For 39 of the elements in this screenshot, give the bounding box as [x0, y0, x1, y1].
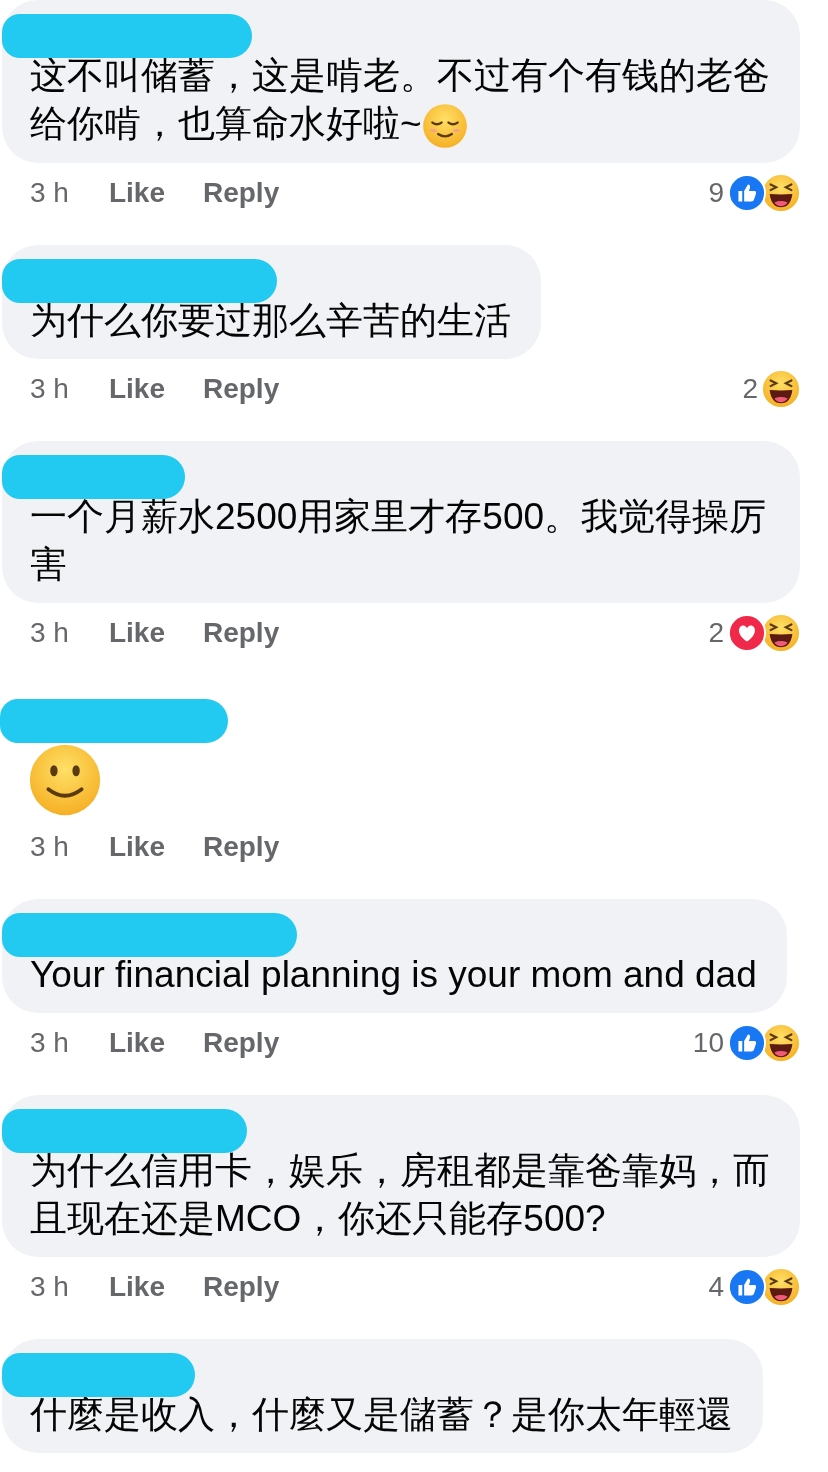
reply-link[interactable]: Reply — [202, 172, 280, 215]
like-link[interactable]: Like — [108, 826, 165, 869]
laughing-emoji-icon — [762, 1268, 800, 1307]
laughing-emoji-icon — [762, 174, 800, 213]
reply-link[interactable]: Reply — [202, 826, 280, 869]
reply-link[interactable]: Reply — [202, 368, 280, 411]
laughing-emoji-icon — [762, 370, 800, 409]
like-link[interactable]: Like — [108, 1022, 165, 1065]
reply-link[interactable]: Reply — [202, 1266, 280, 1309]
laughing-emoji-icon — [762, 614, 800, 653]
like-link[interactable]: Like — [108, 172, 165, 215]
comment-text: 什麼是收入，什麼又是儲蓄？是你太年輕還 — [30, 1393, 733, 1438]
like-link[interactable]: Like — [108, 368, 165, 411]
reaction-count: 9 — [708, 176, 724, 211]
comment-time: 3 h — [30, 830, 69, 865]
comment-text: 这不叫储蓄，这是啃老。不过有个有钱的老爸给你啃，也算命水好啦~ — [30, 52, 770, 150]
reply-link[interactable]: Reply — [202, 612, 280, 655]
comment-time: 3 h — [30, 616, 69, 651]
comment-text: 为什么你要过那么辛苦的生活 — [30, 299, 511, 344]
comment-time: 3 h — [30, 1270, 69, 1305]
thumbs-up-icon — [728, 174, 766, 213]
comment-text: Your financial planning is your mom and dad — [30, 953, 757, 998]
reaction-count: 4 — [708, 1270, 724, 1305]
reaction-count: 2 — [708, 616, 724, 651]
reaction-count: 10 — [692, 1026, 724, 1061]
comment-time: 3 h — [30, 1026, 69, 1061]
thumbs-up-icon — [728, 1024, 766, 1063]
comment-text: 为什么信用卡，娱乐，房租都是靠爸靠妈，而且现在还是MCO，你还只能存500? — [30, 1149, 770, 1242]
comment-time: 3 h — [30, 176, 69, 211]
comment-time: 3 h — [30, 372, 69, 407]
thumbs-up-icon — [728, 1268, 766, 1307]
like-link[interactable]: Like — [108, 612, 165, 655]
like-link[interactable]: Like — [108, 1266, 165, 1309]
smiling-face-icon — [28, 743, 102, 818]
reaction-count: 2 — [742, 372, 758, 407]
laughing-emoji-icon — [762, 1024, 800, 1063]
reply-link[interactable]: Reply — [202, 1022, 280, 1065]
comment-text: 一个月薪水2500用家里才存500。我觉得操厉害 — [30, 495, 768, 588]
relieved-face-icon — [421, 103, 468, 150]
